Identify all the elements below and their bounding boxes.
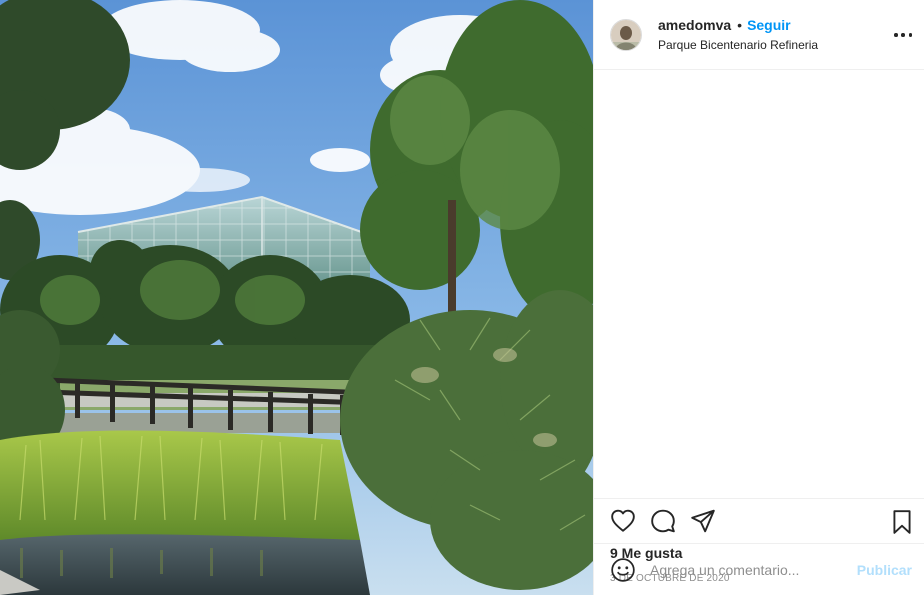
- user-avatar[interactable]: [610, 18, 642, 51]
- post-image: [0, 0, 593, 595]
- header-line: amedomva • Seguir: [658, 16, 818, 34]
- bookmark-icon[interactable]: [890, 509, 914, 535]
- post-photo[interactable]: [0, 0, 593, 595]
- comment-form: Publicar: [594, 543, 924, 595]
- more-dot: [908, 33, 912, 37]
- emoji-icon[interactable]: [610, 557, 636, 583]
- post-header-text: amedomva • Seguir Parque Bicentenario Re…: [658, 16, 818, 54]
- publish-button[interactable]: Publicar: [857, 562, 912, 578]
- comments-area[interactable]: [594, 70, 924, 499]
- comment-icon[interactable]: [650, 508, 676, 534]
- post-details-panel: amedomva • Seguir Parque Bicentenario Re…: [593, 0, 924, 595]
- separator-dot: •: [737, 16, 743, 33]
- location-link[interactable]: Parque Bicentenario Refineria: [658, 36, 818, 54]
- more-dot: [901, 33, 905, 37]
- instagram-post: amedomva • Seguir Parque Bicentenario Re…: [0, 0, 924, 595]
- action-bar: [594, 499, 924, 543]
- share-icon[interactable]: [690, 508, 716, 534]
- username-link[interactable]: amedomva: [658, 16, 731, 34]
- more-dot: [894, 33, 898, 37]
- heart-icon[interactable]: [610, 508, 636, 534]
- follow-button[interactable]: Seguir: [747, 16, 791, 34]
- avatar-image: [611, 19, 641, 50]
- comment-input[interactable]: [650, 561, 849, 578]
- post-header: amedomva • Seguir Parque Bicentenario Re…: [594, 0, 924, 70]
- more-options-icon[interactable]: [894, 26, 912, 44]
